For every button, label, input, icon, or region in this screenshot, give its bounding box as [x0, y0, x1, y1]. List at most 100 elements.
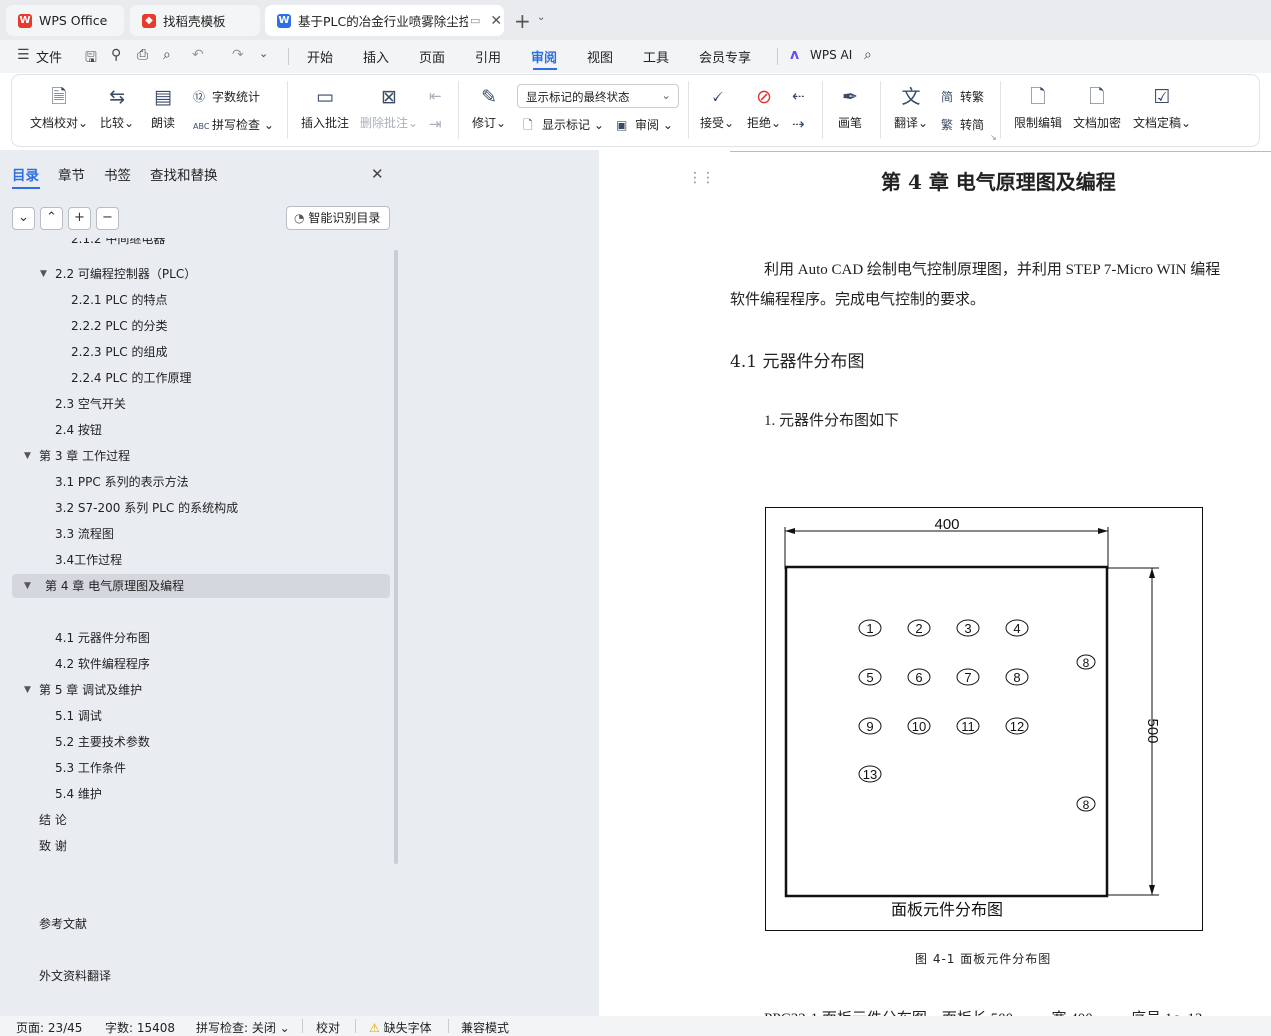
menu-file[interactable]: 文件 — [36, 47, 62, 66]
toc-item[interactable]: 4.2 软件编程程序 — [55, 652, 150, 676]
expand-up-button[interactable]: ⌃ — [40, 207, 63, 230]
toc-item[interactable]: 外文资料翻译 — [39, 964, 111, 988]
toc-item[interactable]: 5.3 工作条件 — [55, 756, 126, 780]
more-chevron-icon[interactable]: ⌄ — [259, 47, 268, 60]
undo-icon[interactable]: ↶ — [192, 47, 204, 63]
word-count-status[interactable]: 字数: 15408 — [105, 1019, 175, 1036]
toc-item[interactable]: 3.1 PPC 系列的表示方法 — [55, 470, 189, 494]
word-count-button[interactable]: ⑫ 字数统计 — [193, 88, 260, 105]
dialog-launcher-icon[interactable]: ↘ — [990, 133, 997, 142]
nav-tab-chapters[interactable]: 章节 — [58, 164, 85, 184]
spell-check-button[interactable]: ABC 拼写检查 ⌄ — [193, 116, 274, 133]
tab-template[interactable]: ◆ 找稻壳模板 — [130, 5, 260, 36]
nav-scrollbar[interactable] — [394, 250, 398, 864]
read-aloud-button[interactable]: ▤ 朗读 — [151, 84, 175, 131]
menu-start[interactable]: 开始 — [307, 47, 333, 66]
screen-icon[interactable]: ▭ — [470, 14, 480, 27]
toc-item[interactable]: 2.2.2 PLC 的分类 — [71, 314, 167, 338]
tab-document[interactable]: W 基于PLC的冶金行业喷雾除尘控 ▭ ✕ — [265, 5, 504, 36]
menu-member[interactable]: 会员专享 — [699, 47, 751, 66]
doc-finalize-button[interactable]: ☑ 文档定稿⌄ — [1133, 84, 1191, 131]
toc-item[interactable]: 5.2 主要技术参数 — [55, 730, 150, 754]
collapse-all-button[interactable]: ⌄ — [12, 207, 35, 230]
menu-page[interactable]: 页面 — [419, 47, 445, 66]
toc-item[interactable]: 2.1.2 中间继电器 — [71, 238, 165, 250]
menu-insert[interactable]: 插入 — [363, 47, 389, 66]
toc-item[interactable]: 2.2.3 PLC 的组成 — [71, 340, 167, 364]
insert-comment-button[interactable]: ▭ 插入批注 — [301, 84, 349, 131]
review-pane-button[interactable]: ▣ 审阅 ⌄ — [616, 116, 673, 133]
toc-item-active[interactable]: ▼ 第 4 章 电气原理图及编程 — [24, 574, 184, 598]
toc-item[interactable]: 3.4工作过程 — [55, 548, 122, 572]
component-number: 3 — [964, 621, 971, 636]
wps-ai-button[interactable]: WPS AI — [810, 48, 852, 62]
menu-view[interactable]: 视图 — [587, 47, 613, 66]
new-tab-icon[interactable]: + — [514, 9, 531, 33]
doc-encrypt-button[interactable]: 🗋 文档加密 — [1073, 84, 1121, 131]
print-preview-icon[interactable]: ⌕ — [163, 47, 171, 63]
show-markup-button[interactable]: 🗋 显示标记 ⌄ — [523, 116, 604, 137]
component-number: 6 — [915, 670, 922, 685]
compare-button[interactable]: ⇆ 比较⌄ — [100, 84, 134, 131]
reject-button[interactable]: ⊘ 拒绝⌄ — [747, 84, 781, 131]
side-marker-number: 8 — [1083, 656, 1090, 670]
nav-tab-bookmarks[interactable]: 书签 — [104, 164, 131, 184]
missing-font-status[interactable]: ⚠ 缺失字体 — [369, 1019, 432, 1036]
revise-button[interactable]: ✎ 修订⌄ — [472, 84, 506, 131]
remove-heading-button[interactable]: − — [96, 207, 119, 230]
menu-reference[interactable]: 引用 — [475, 47, 501, 66]
page-indicator[interactable]: 页面: 23/45 — [16, 1019, 82, 1036]
toc-item[interactable]: 2.2.4 PLC 的工作原理 — [71, 366, 191, 390]
close-panel-icon[interactable]: ✕ — [371, 165, 384, 183]
tab-list-chevron-icon[interactable]: ⌄ — [537, 12, 545, 23]
toc-item[interactable]: 3.3 流程图 — [55, 522, 114, 546]
toc-item[interactable]: 4.1 元器件分布图 — [55, 626, 150, 650]
list-item: 1. 元器件分布图如下 — [764, 413, 900, 429]
toc-item[interactable]: 结 论 — [39, 808, 67, 832]
next-change-icon[interactable]: ⇢ — [792, 115, 805, 133]
proofread-status[interactable]: 校对 — [316, 1019, 340, 1036]
next-comment-icon[interactable]: ⇥ — [429, 115, 442, 133]
display-markup-select[interactable]: 显示标记的最终状态 ⌄ — [517, 84, 679, 108]
menu-review[interactable]: 审阅 — [531, 47, 557, 66]
word-count-icon: ⑫ — [193, 90, 206, 104]
toc-item[interactable]: 致 谢 — [39, 834, 67, 858]
to-traditional-button[interactable]: 简转繁 — [941, 88, 984, 105]
toc-item[interactable]: 参考文献 — [39, 912, 87, 936]
toc-item[interactable]: 2.3 空气开关 — [55, 392, 126, 416]
link-icon[interactable]: ⚲ — [111, 47, 121, 63]
redo-icon[interactable]: ↷ — [232, 47, 244, 63]
toc-item[interactable]: 5.4 维护 — [55, 782, 102, 806]
accept-button[interactable]: 🗸 接受⌄ — [700, 84, 734, 131]
tab-wps-office[interactable]: W WPS Office — [6, 5, 124, 36]
doc-check-button[interactable]: 🗎 文档校对⌄ — [30, 84, 88, 131]
prev-change-icon[interactable]: ⇠ — [792, 87, 805, 105]
spell-check-status[interactable]: 拼写检查: 关闭 ⌄ — [196, 1019, 290, 1036]
search-icon[interactable]: ⌕ — [864, 47, 872, 63]
hamburger-icon[interactable]: ☰ — [17, 47, 30, 63]
prev-comment-icon[interactable]: ⇤ — [429, 87, 442, 105]
toc-item[interactable]: 5.1 调试 — [55, 704, 102, 728]
toc-item[interactable]: 2.4 按钮 — [55, 418, 102, 442]
translate-button[interactable]: 文 翻译⌄ — [894, 84, 928, 131]
wps-logo-icon: W — [18, 13, 32, 28]
nav-tab-toc[interactable]: 目录 — [12, 164, 39, 184]
drag-handle-icon[interactable]: ⋮⋮ — [688, 170, 715, 186]
delete-comment-button[interactable]: ⊠ 删除批注⌄ — [360, 84, 418, 131]
nav-tab-find-replace[interactable]: 查找和替换 — [150, 164, 218, 184]
toc-item[interactable]: ▼ 第 5 章 调试及维护 — [24, 678, 142, 702]
toc-item[interactable]: 3.2 S7-200 系列 PLC 的系统构成 — [55, 496, 238, 520]
to-simplified-button[interactable]: 繁转简 — [941, 116, 984, 133]
toc-item[interactable]: 2.2.1 PLC 的特点 — [71, 288, 167, 312]
smart-toc-button[interactable]: ◔ 智能识别目录 — [286, 206, 390, 230]
print-icon[interactable]: ⎙ — [137, 47, 148, 63]
restrict-edit-button[interactable]: 🗋 限制编辑 — [1014, 84, 1062, 131]
save-icon[interactable]: 🖫 — [85, 47, 97, 71]
toc-item[interactable]: ▼ 2.2 可编程控制器（PLC） — [40, 262, 196, 286]
figure-caption: 图 4-1 面板元件分布图 — [915, 952, 1052, 966]
menu-tools[interactable]: 工具 — [643, 47, 669, 66]
toc-item[interactable]: ▼ 第 3 章 工作过程 — [24, 444, 130, 468]
pen-button[interactable]: ✒ 画笔 — [838, 84, 862, 131]
close-tab-icon[interactable]: ✕ — [490, 13, 502, 29]
add-heading-button[interactable]: + — [68, 207, 91, 230]
